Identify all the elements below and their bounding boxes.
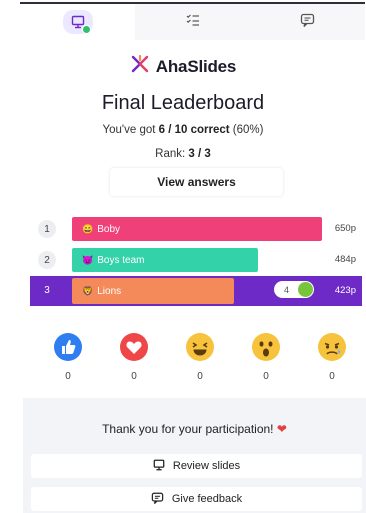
presentation-icon	[153, 459, 165, 474]
tab-presentation[interactable]	[20, 4, 135, 40]
chat-icon	[151, 492, 164, 507]
rank-value: 3 / 3	[188, 148, 211, 160]
tab-chat[interactable]	[250, 4, 365, 40]
thank-you-text: Thank you for your participation!	[102, 422, 274, 436]
reaction-sad[interactable]: 0	[314, 332, 350, 382]
heart-icon	[119, 332, 149, 367]
rank-badge: 3	[44, 284, 50, 296]
reaction-like[interactable]: 0	[50, 332, 86, 382]
reaction-laugh[interactable]: 0	[182, 332, 218, 382]
brand-logo: AhaSlides	[0, 54, 366, 78]
give-feedback-button[interactable]: Give feedback	[31, 487, 362, 511]
leaderboard-row: 1 😄 Boby 650p	[30, 215, 362, 243]
score-bar: 🦁 Lions	[72, 278, 234, 304]
reaction-count: 0	[131, 371, 137, 382]
reaction-wow[interactable]: 0	[248, 332, 284, 382]
team-points: 650p	[334, 223, 356, 234]
online-status-dot	[81, 25, 91, 34]
team-points: 423p	[334, 285, 356, 296]
sad-face-icon	[317, 332, 347, 367]
brand-name: AhaSlides	[155, 56, 237, 76]
page-title: Final Leaderboard	[101, 92, 265, 114]
team-name: Lions	[97, 285, 122, 297]
team-avatar-icon: 😄	[82, 223, 94, 234]
streak-count: 4	[284, 284, 290, 295]
give-feedback-label: Give feedback	[171, 493, 243, 505]
score-percent: (60%)	[229, 124, 264, 136]
thank-you-message: Thank you for your participation! ❤	[23, 422, 366, 436]
reaction-count: 0	[263, 371, 269, 382]
red-heart-icon: ❤	[276, 422, 287, 436]
score-value: 6 / 10 correct	[158, 124, 230, 136]
view-answers-button[interactable]: View answers	[110, 168, 283, 196]
reaction-count: 0	[329, 371, 335, 382]
footer-panel: Thank you for your participation! ❤ Revi…	[23, 398, 366, 513]
toggle-knob	[298, 282, 313, 297]
streak-toggle[interactable]: 4	[274, 281, 314, 298]
presentation-icon	[62, 10, 93, 34]
team-avatar-icon: 😈	[82, 254, 94, 265]
team-points: 484p	[334, 254, 356, 265]
leaderboard-row-current-team: 3 🦁 Lions 4 423p	[30, 276, 362, 306]
review-slides-button[interactable]: Review slides	[31, 454, 362, 478]
rank-badge: 1	[38, 220, 56, 238]
team-name: Boys team	[97, 254, 145, 266]
score-bar: 😄 Boby	[72, 217, 322, 241]
chat-icon	[300, 13, 315, 32]
score-summary: You've got 6 / 10 correct (60%)	[0, 124, 366, 136]
leaderboard-row: 2 😈 Boys team 484p	[30, 246, 362, 274]
rank-label: Rank:	[155, 148, 189, 160]
score-bar: 😈 Boys team	[72, 248, 258, 272]
team-avatar-icon: 🦁	[82, 285, 94, 296]
team-name: Boby	[97, 223, 121, 235]
rank-badge: 2	[38, 251, 56, 269]
review-slides-label: Review slides	[172, 460, 241, 472]
reaction-count: 0	[65, 371, 71, 382]
thumbs-up-icon	[53, 332, 83, 367]
rank-summary: Rank: 3 / 3	[0, 148, 366, 160]
surprised-face-icon	[251, 332, 281, 367]
checklist-icon	[186, 13, 200, 32]
ahaslides-logo-icon	[130, 54, 150, 78]
reaction-count: 0	[197, 371, 203, 382]
reactions-bar: 0 0 0 0 0	[50, 332, 350, 382]
reaction-love[interactable]: 0	[116, 332, 152, 382]
laughing-face-icon	[185, 332, 215, 367]
tab-checklist[interactable]	[135, 4, 250, 40]
top-tab-bar	[20, 2, 365, 40]
score-prefix: You've got	[102, 124, 159, 136]
